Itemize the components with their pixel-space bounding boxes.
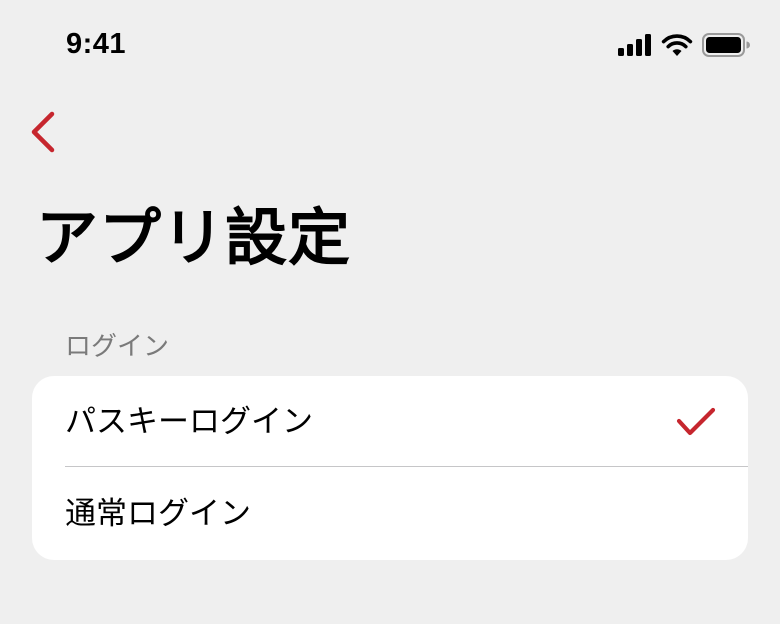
cellular-signal-icon bbox=[618, 34, 651, 56]
status-time: 9:41 bbox=[66, 28, 127, 60]
login-options-group: パスキーログイン 通常ログイン bbox=[32, 376, 748, 560]
option-passkey-login[interactable]: パスキーログイン bbox=[32, 376, 748, 468]
wifi-icon bbox=[661, 33, 693, 56]
option-normal-login[interactable]: 通常ログイン bbox=[32, 468, 748, 560]
battery-icon bbox=[702, 33, 750, 57]
page-title: アプリ設定 bbox=[36, 201, 352, 274]
option-label: 通常ログイン bbox=[65, 496, 251, 532]
option-label: パスキーログイン bbox=[65, 404, 313, 440]
status-icons bbox=[618, 33, 750, 57]
back-button[interactable] bbox=[26, 108, 66, 156]
chevron-left-icon bbox=[31, 111, 55, 153]
row-divider bbox=[65, 466, 748, 467]
login-section-header: ログイン bbox=[65, 332, 170, 362]
status-bar: 9:41 bbox=[0, 0, 780, 92]
checkmark-icon bbox=[676, 407, 716, 436]
